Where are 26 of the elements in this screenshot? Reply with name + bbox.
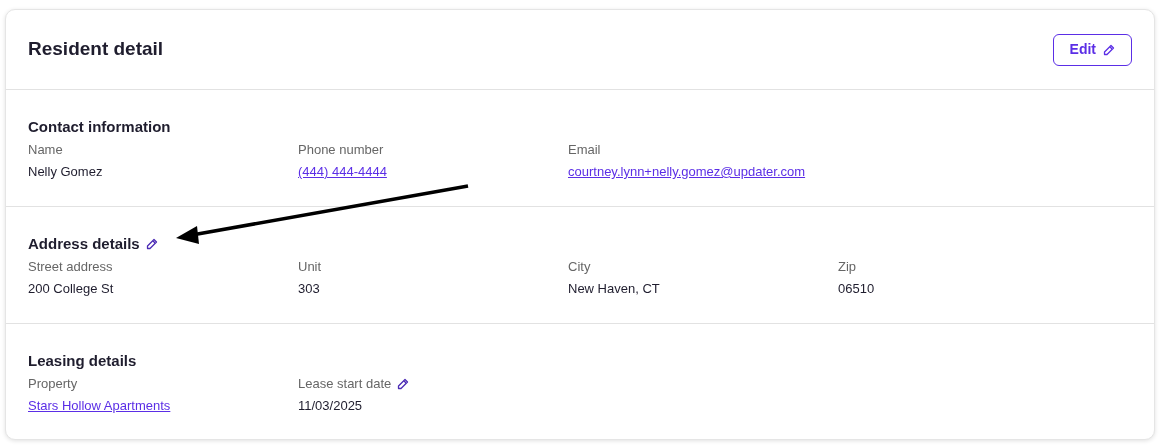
field-label: Street address xyxy=(28,258,113,277)
field-value: 200 College St xyxy=(28,280,114,298)
field-link[interactable]: courtney.lynn+nelly.gomez@updater.com xyxy=(568,161,806,183)
field-label: Property xyxy=(28,375,78,394)
field-label: Email xyxy=(568,141,601,160)
section-title: Leasing details xyxy=(28,350,137,371)
field-value: 06510 xyxy=(838,280,875,298)
field-label: Lease start date xyxy=(298,375,392,394)
field-label: Zip xyxy=(838,258,857,277)
pencil-icon xyxy=(1103,43,1115,56)
field-value: 11/03/2025 xyxy=(298,397,363,415)
field-link[interactable]: (444) 444-4444 xyxy=(298,161,387,183)
field-link[interactable]: Stars Hollow Apartments xyxy=(28,395,171,417)
field-label: Name xyxy=(28,141,63,160)
field-value: Nelly Gomez xyxy=(28,163,103,181)
field-value: New Haven, CT xyxy=(568,280,660,298)
section-title: Address details xyxy=(28,233,140,254)
edit-button[interactable]: Edit xyxy=(1052,33,1132,66)
field-label: Unit xyxy=(298,258,322,277)
field-value: 303 xyxy=(298,280,320,298)
section-title: Contact information xyxy=(28,116,171,137)
field-label: City xyxy=(568,258,591,277)
pencil-icon[interactable] xyxy=(145,238,158,250)
pencil-icon[interactable] xyxy=(397,378,410,390)
page-title: Resident detail xyxy=(28,37,164,62)
field-label: Phone number xyxy=(298,141,384,160)
